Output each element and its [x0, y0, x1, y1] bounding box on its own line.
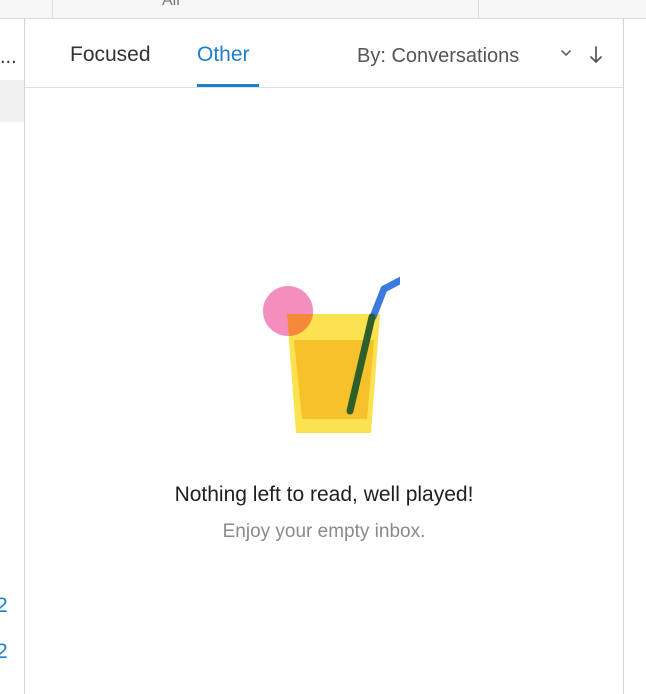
selected-folder-row[interactable] — [0, 80, 24, 122]
filter-all-label[interactable]: All — [162, 0, 180, 10]
message-list-panel: Focused Other By: Conversations Nothing … — [25, 19, 624, 694]
active-tab-indicator — [197, 84, 259, 87]
folder-unread-count[interactable]: 2 — [0, 594, 8, 618]
empty-state-subtitle: Enjoy your empty inbox. — [222, 521, 426, 542]
top-bar-divider — [52, 0, 53, 18]
empty-state-title: Nothing left to read, well played! — [174, 483, 474, 506]
chevron-down-icon[interactable] — [560, 47, 572, 59]
inbox-tabs-header: Focused Other By: Conversations — [25, 19, 623, 88]
tab-other[interactable]: Other — [197, 43, 250, 67]
top-bar-divider — [478, 0, 479, 18]
sort-by-dropdown[interactable]: By: Conversations — [357, 45, 519, 68]
top-filter-bar: All — [0, 0, 646, 19]
tab-focused[interactable]: Focused — [70, 43, 151, 67]
folder-unread-count[interactable]: 2 — [0, 640, 8, 664]
arrow-down-icon[interactable] — [588, 45, 604, 65]
folder-pane: ... 2 2 — [0, 19, 25, 694]
overflow-menu-icon[interactable]: ... — [0, 47, 17, 67]
drink-glass-icon — [263, 276, 400, 433]
